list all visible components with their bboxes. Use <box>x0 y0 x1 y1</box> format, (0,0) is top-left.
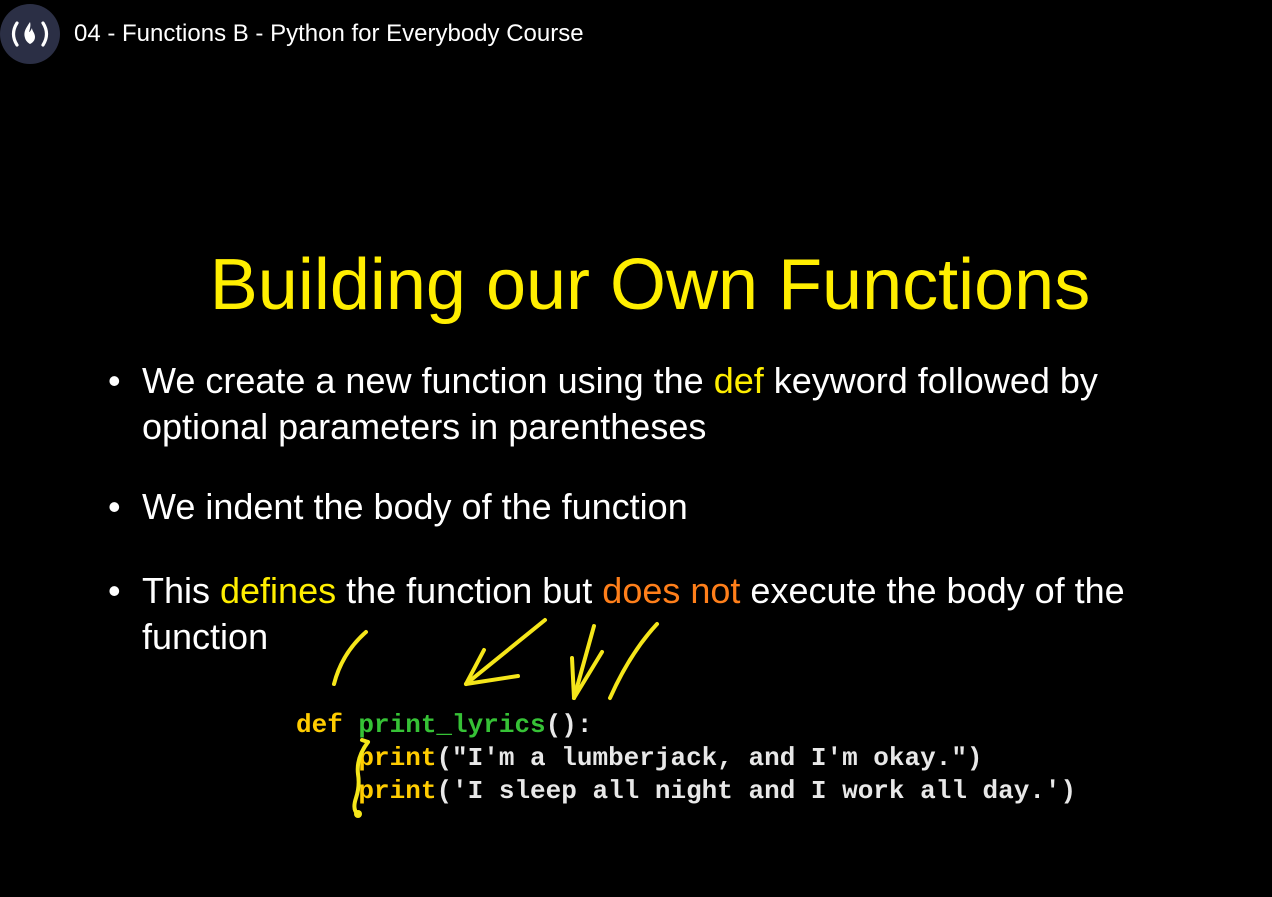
code-line: print("I'm a lumberjack, and I'm okay.") <box>358 743 983 773</box>
bullet-text: We create a new function using the def k… <box>142 360 1098 447</box>
bullet-text: We indent the body of the function <box>142 486 688 527</box>
code-line: print('I sleep all night and I work all … <box>358 776 1077 806</box>
bullet-dot: • <box>108 486 121 527</box>
channel-avatar[interactable] <box>0 4 60 64</box>
code-function-name: print_lyrics <box>358 710 546 740</box>
video-title[interactable]: 04 - Functions B - Python for Everybody … <box>74 18 584 50</box>
slide-title: Building our Own Functions <box>209 245 1091 325</box>
annotation-arrow-head <box>570 656 576 700</box>
code-block: def print_lyrics(): print("I'm a lumberj… <box>296 709 1076 808</box>
does-not-highlight: does not <box>602 570 741 611</box>
code-builtin: print <box>358 743 437 773</box>
code-line: def print_lyrics(): <box>296 710 593 740</box>
bullet-text: This defines the function but does not e… <box>142 570 1125 657</box>
code-builtin: print <box>358 776 437 806</box>
video-top-bar: 04 - Functions B - Python for Everybody … <box>0 0 1272 68</box>
slide: Building our Own Functions • We create a… <box>0 68 1272 897</box>
bullet-dot: • <box>108 360 121 401</box>
freecodecamp-logo-icon <box>11 21 49 47</box>
code-keyword: def <box>296 710 343 740</box>
defines-highlight: defines <box>220 570 337 611</box>
annotation-dot <box>354 810 362 818</box>
bullet-dot: • <box>108 570 121 611</box>
annotation-arrow-head <box>464 674 520 686</box>
keyword-highlight: def <box>713 360 764 401</box>
